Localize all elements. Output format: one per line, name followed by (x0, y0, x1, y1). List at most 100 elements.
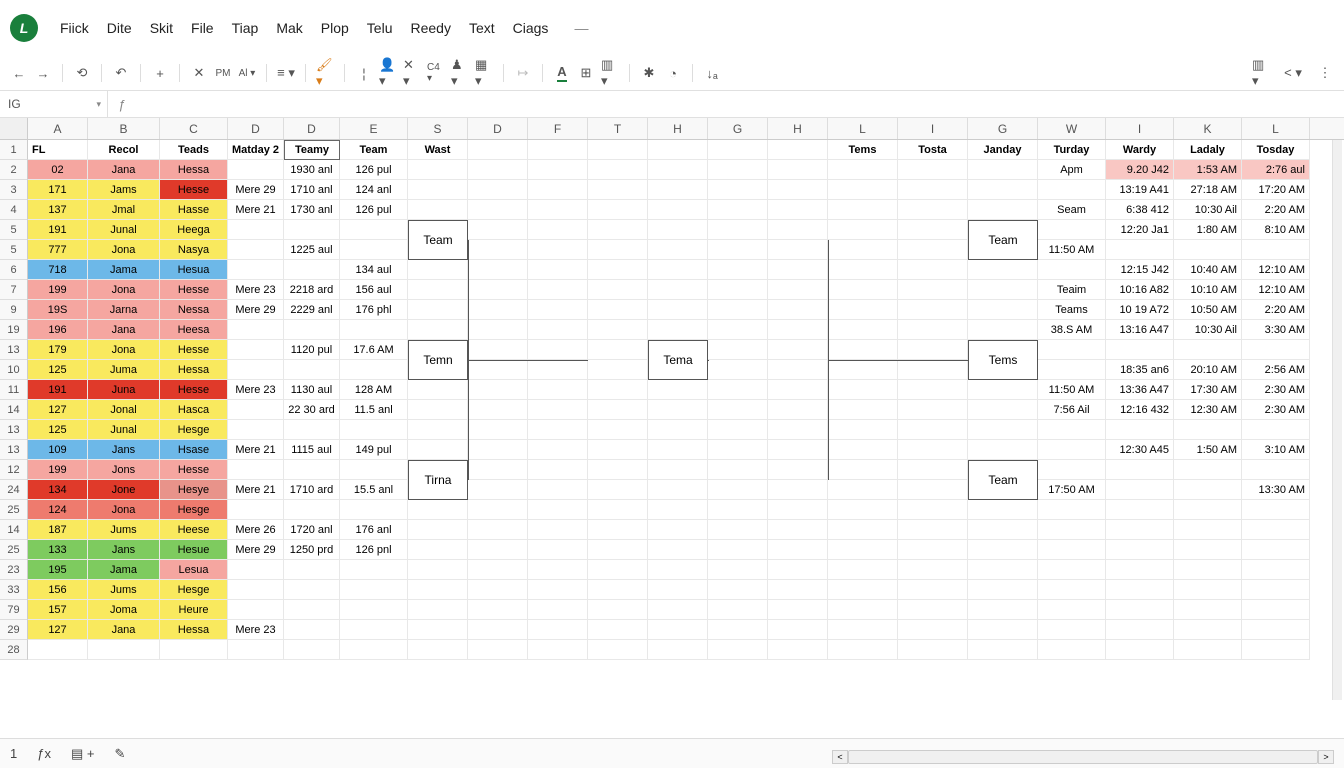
cell[interactable] (708, 560, 768, 580)
cell[interactable] (708, 240, 768, 260)
cell[interactable] (828, 360, 898, 380)
cell[interactable] (468, 220, 528, 240)
cell[interactable] (1106, 460, 1174, 480)
cell[interactable] (408, 200, 468, 220)
cell[interactable] (1174, 480, 1242, 500)
cell[interactable]: 12:30 A45 (1106, 440, 1174, 460)
row-header[interactable]: 19 (0, 320, 28, 340)
cell[interactable]: Mere 29 (228, 300, 284, 320)
cell[interactable]: Mere 21 (228, 200, 284, 220)
cell[interactable] (968, 200, 1038, 220)
cell[interactable]: 137 (28, 200, 88, 220)
cell[interactable] (648, 300, 708, 320)
cell[interactable]: Jams (88, 180, 160, 200)
cell[interactable] (648, 180, 708, 200)
x-icon[interactable]: ✕ (190, 64, 208, 82)
cell[interactable] (898, 220, 968, 240)
bracket-cell[interactable]: Tema (648, 340, 708, 380)
cell[interactable]: 6:38 412 (1106, 200, 1174, 220)
cell[interactable]: 718 (28, 260, 88, 280)
cell[interactable]: 191 (28, 380, 88, 400)
cell[interactable]: 13:36 A47 (1106, 380, 1174, 400)
cell[interactable] (648, 640, 708, 660)
cell[interactable] (228, 640, 284, 660)
cell[interactable] (968, 280, 1038, 300)
cell[interactable]: 176 phl (340, 300, 408, 320)
select-all-corner[interactable] (0, 118, 28, 139)
cell[interactable]: Jona (88, 500, 160, 520)
cell[interactable] (708, 140, 768, 160)
cell[interactable] (1242, 240, 1310, 260)
cell[interactable] (528, 600, 588, 620)
scroll-left-button[interactable]: < (832, 750, 848, 764)
cell[interactable] (408, 500, 468, 520)
share-icon[interactable]: < ▾ (1284, 64, 1302, 82)
cell[interactable] (528, 560, 588, 580)
cell[interactable]: 1930 anl (284, 160, 340, 180)
cell[interactable] (588, 260, 648, 280)
cell[interactable] (898, 400, 968, 420)
cell[interactable] (968, 440, 1038, 460)
cell[interactable]: 156 aul (340, 280, 408, 300)
row-header[interactable]: 13 (0, 440, 28, 460)
cell[interactable] (588, 480, 648, 500)
cell[interactable]: Seam (1038, 200, 1106, 220)
cell[interactable] (898, 600, 968, 620)
cell[interactable] (1106, 580, 1174, 600)
cell[interactable] (1038, 620, 1106, 640)
cell[interactable] (468, 240, 528, 260)
cell[interactable]: Jans (88, 540, 160, 560)
menu-telu[interactable]: Telu (367, 20, 393, 36)
cell[interactable]: 156 (28, 580, 88, 600)
cell[interactable] (898, 640, 968, 660)
cell[interactable] (768, 400, 828, 420)
cell[interactable]: Mere 29 (228, 180, 284, 200)
cell[interactable] (968, 640, 1038, 660)
cell[interactable] (528, 520, 588, 540)
row-header[interactable]: 7 (0, 280, 28, 300)
cell[interactable] (968, 320, 1038, 340)
row-header[interactable]: 14 (0, 400, 28, 420)
cell[interactable] (828, 220, 898, 240)
cell[interactable] (284, 620, 340, 640)
cell[interactable] (340, 240, 408, 260)
cell[interactable]: Wardy (1106, 140, 1174, 160)
cell[interactable] (1174, 500, 1242, 520)
cell[interactable] (1174, 580, 1242, 600)
align-icon[interactable]: ≡ ▾ (277, 64, 295, 82)
cell[interactable]: Matday 2 (228, 140, 284, 160)
cell[interactable]: 22 30 ard (284, 400, 340, 420)
cell[interactable]: Wast (408, 140, 468, 160)
col-header[interactable]: E (340, 118, 408, 139)
cell[interactable]: 125 (28, 420, 88, 440)
cell[interactable]: Janday (968, 140, 1038, 160)
cell[interactable]: Mere 21 (228, 440, 284, 460)
cell[interactable] (1174, 460, 1242, 480)
cell[interactable] (828, 620, 898, 640)
cell[interactable] (528, 540, 588, 560)
cell[interactable]: Recol (88, 140, 160, 160)
cell[interactable] (468, 300, 528, 320)
menu-fiick[interactable]: Fiick (60, 20, 89, 36)
cell[interactable]: 10:50 AM (1174, 300, 1242, 320)
cell[interactable] (468, 360, 528, 380)
cell[interactable] (708, 620, 768, 640)
cell[interactable] (768, 460, 828, 480)
cell[interactable] (340, 620, 408, 640)
cell[interactable] (708, 220, 768, 240)
cell[interactable] (588, 160, 648, 180)
plus-icon[interactable]: + (151, 64, 169, 82)
row-header[interactable]: 6 (0, 260, 28, 280)
cell[interactable] (1174, 520, 1242, 540)
row-header[interactable]: 3 (0, 180, 28, 200)
cell[interactable] (528, 400, 588, 420)
cell[interactable] (828, 640, 898, 660)
cell[interactable]: 10:30 Ail (1174, 200, 1242, 220)
cell[interactable] (340, 560, 408, 580)
cell[interactable] (1038, 460, 1106, 480)
cell[interactable] (648, 200, 708, 220)
cell[interactable] (528, 440, 588, 460)
cell[interactable]: 127 (28, 400, 88, 420)
bracket-cell[interactable]: Temn (408, 340, 468, 380)
cell[interactable]: 9.20 J42 (1106, 160, 1174, 180)
